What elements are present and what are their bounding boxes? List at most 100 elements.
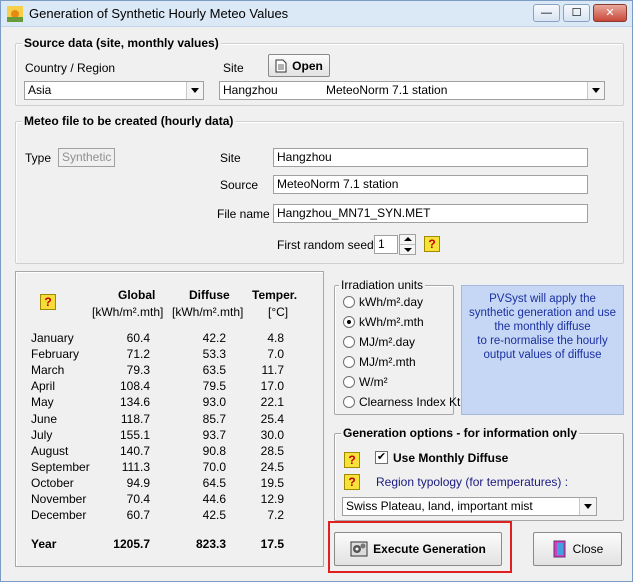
site-name: Hangzhou (223, 83, 278, 97)
main-window: Generation of Synthetic Hourly Meteo Val… (0, 0, 633, 582)
cell-month: April (31, 379, 56, 394)
cell-month: July (31, 427, 53, 442)
cell-temp: 19.5 (260, 475, 284, 490)
country-label: Country / Region (25, 61, 116, 75)
seed-value: 1 (378, 237, 385, 251)
type-label: Type (25, 151, 52, 165)
close-label: Close (572, 542, 604, 556)
source-data-legend: Source data (site, monthly values) (22, 36, 221, 50)
generation-legend: Generation options - for information onl… (341, 426, 579, 440)
title-bar[interactable]: Generation of Synthetic Hourly Meteo Val… (1, 1, 632, 27)
close-window-button[interactable]: ✕ (593, 4, 627, 22)
irradiation-option-label[interactable]: kWh/m².day (359, 295, 423, 309)
cell-global: 60.4 (126, 331, 150, 345)
meteo-file-legend: Meteo file to be created (hourly data) (22, 114, 236, 128)
use-monthly-diffuse-label: Use Monthly Diffuse (393, 451, 509, 465)
execute-generation-label: Execute Generation (373, 542, 486, 556)
irradiation-option-label[interactable]: MJ/m².day (359, 335, 415, 349)
irradiation-units-group: Irradiation units kWh/m².day kWh/m².mth MJ… (334, 278, 460, 415)
irradiation-radio[interactable] (343, 376, 355, 388)
header-diffuse-unit: [kWh/m².mth] (172, 305, 244, 319)
table-help-icon[interactable]: ? (40, 294, 56, 310)
cell-month: September (31, 459, 90, 474)
total-global: 1205.7 (113, 537, 150, 551)
cell-global: 108.4 (119, 379, 150, 394)
country-value: Asia (28, 83, 52, 97)
info-text-1: PVSyst will apply the synthetic generati… (468, 293, 617, 333)
cell-global: 79.3 (126, 363, 150, 378)
cell-global: 118.7 (120, 411, 150, 426)
spin-up-icon[interactable] (404, 237, 412, 241)
irradiation-option-label[interactable]: kWh/m².mth (359, 315, 424, 329)
open-label: Open (292, 58, 323, 73)
cell-diffuse: 42.2 (202, 331, 226, 345)
meteo-site-field[interactable]: Hangzhou (273, 148, 588, 167)
cell-global: 111.3 (121, 459, 150, 474)
irradiation-radio[interactable] (343, 356, 355, 368)
cell-month: June (31, 411, 58, 426)
door-exit-icon (553, 540, 566, 558)
irradiation-radio[interactable] (343, 336, 355, 348)
cell-temp: 12.9 (260, 492, 284, 506)
cell-diffuse: 44.6 (202, 492, 226, 506)
irradiation-legend: Irradiation units (339, 278, 426, 292)
cell-temp: 25.4 (260, 411, 284, 426)
monthly-diffuse-help-icon[interactable]: ? (344, 452, 360, 468)
use-monthly-diffuse-checkbox[interactable]: ✔ (375, 451, 388, 464)
spin-down-icon[interactable] (404, 248, 412, 252)
cell-month: October (31, 475, 74, 490)
window-title: Generation of Synthetic Hourly Meteo Val… (29, 6, 289, 21)
cell-temp: 7.2 (267, 508, 284, 523)
seed-label: First random seed (277, 238, 374, 252)
irradiation-radio[interactable] (343, 296, 355, 308)
cell-temp: 30.0 (260, 427, 284, 442)
meteo-source-label: Source (220, 178, 259, 192)
spin-divider (400, 244, 415, 245)
cell-global: 60.7 (126, 508, 150, 523)
maximize-button[interactable]: ☐ (563, 4, 590, 22)
meteo-site-label: Site (220, 151, 241, 165)
irradiation-option-label[interactable]: W/m² (359, 375, 388, 389)
total-temp: 17.5 (260, 537, 284, 551)
cell-temp: 11.7 (261, 363, 284, 378)
open-button[interactable]: Open (268, 54, 330, 77)
cell-global: 140.7 (119, 443, 150, 458)
total-label: Year (31, 537, 57, 551)
header-global: Global (118, 288, 156, 302)
seed-help-icon[interactable]: ? (424, 236, 440, 252)
header-diffuse: Diffuse (189, 288, 230, 302)
execute-generation-button[interactable]: Execute Generation (334, 532, 502, 566)
cell-month: December (31, 508, 87, 523)
irradiation-option-label[interactable]: Clearness Index Kt (359, 395, 460, 409)
seed-input[interactable]: 1 (374, 235, 398, 254)
cell-diffuse: 42.5 (202, 508, 226, 523)
close-button[interactable]: Close (533, 532, 622, 566)
type-field: Synthetic (58, 148, 115, 167)
cell-temp: 24.5 (260, 459, 284, 474)
cell-diffuse: 70.0 (202, 459, 226, 474)
irradiation-radio[interactable] (343, 316, 355, 328)
typology-dropdown-icon[interactable] (579, 498, 596, 515)
meteo-source-field[interactable]: MeteoNorm 7.1 station (273, 175, 588, 194)
cell-month: March (31, 363, 65, 378)
irradiation-radio[interactable] (343, 396, 355, 408)
minimize-button[interactable]: — (533, 4, 560, 22)
seed-spinner[interactable] (399, 234, 416, 255)
header-temp: Temper. (252, 288, 298, 302)
country-select[interactable]: Asia (24, 81, 204, 100)
cell-diffuse: 93.0 (202, 395, 226, 410)
site-dropdown-icon[interactable] (587, 82, 604, 99)
cell-diffuse: 79.5 (202, 379, 226, 394)
typology-select[interactable]: Swiss Plateau, land, important mist (342, 497, 597, 516)
execute-gear-icon (350, 541, 368, 557)
site-source: MeteoNorm 7.1 station (326, 83, 448, 97)
filename-label: File name (217, 207, 270, 221)
cell-temp: 17.0 (260, 379, 284, 394)
filename-field[interactable]: Hangzhou_MN71_SYN.MET (273, 204, 588, 223)
cell-diffuse: 63.5 (202, 363, 226, 378)
irradiation-option-label[interactable]: MJ/m².mth (359, 355, 416, 369)
document-icon (275, 59, 287, 72)
site-select[interactable]: Hangzhou MeteoNorm 7.1 station (219, 81, 605, 100)
typology-help-icon[interactable]: ? (344, 474, 360, 490)
country-dropdown-icon[interactable] (186, 82, 203, 99)
